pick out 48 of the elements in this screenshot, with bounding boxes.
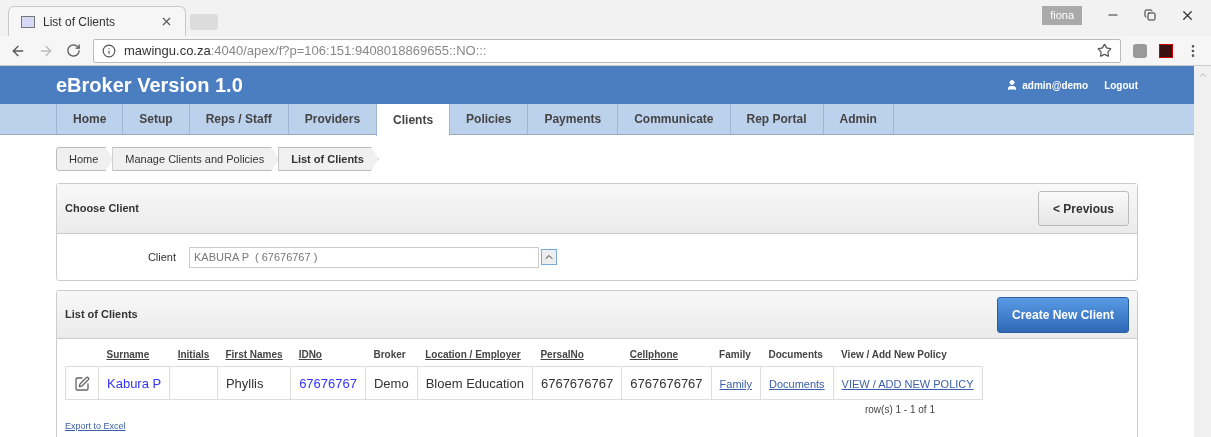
star-icon[interactable] (1097, 43, 1112, 58)
restore-icon[interactable] (1144, 9, 1156, 22)
column-header[interactable]: Initials (177, 349, 210, 360)
table-cell: 6767676767 (540, 376, 614, 391)
table-cell: Phyllis (225, 376, 264, 391)
previous-button[interactable]: < Previous (1037, 191, 1129, 226)
column-header: Family (719, 349, 751, 360)
table-cell: Demo (374, 376, 409, 391)
panel-title: Choose Client (65, 201, 140, 217)
column-header[interactable]: IDNo (298, 349, 322, 360)
client-field[interactable]: KABURA P ( 67676767 ) (189, 246, 539, 268)
extension-icon[interactable] (1133, 43, 1147, 58)
app-title: eBroker Version 1.0 (56, 73, 244, 98)
pdf-icon[interactable] (1159, 43, 1173, 58)
browser-tab[interactable]: List of Clients (8, 6, 186, 36)
url-text: mawingu.co.za:4040/apex/f?p=106:151:9408018869655::NO::: (124, 41, 488, 60)
column-header[interactable]: PersalNo (540, 349, 584, 360)
expand-button[interactable] (541, 249, 557, 265)
column-header: Broker (373, 349, 406, 360)
edit-icon[interactable] (74, 375, 90, 392)
column-header[interactable]: Surname (106, 349, 150, 360)
user-name: admin@demo (1022, 78, 1089, 93)
breadcrumb-item[interactable]: Manage Clients and Policies (112, 147, 280, 171)
breadcrumb-item[interactable]: Home (56, 147, 114, 171)
scrollbar[interactable] (1194, 66, 1211, 437)
user-icon (1006, 79, 1019, 91)
column-header: View / Add New Policy (841, 349, 947, 360)
close-icon[interactable] (160, 15, 173, 28)
info-icon (102, 43, 116, 58)
table-cell: 6767676767 (630, 376, 703, 391)
column-header: Documents (768, 349, 823, 360)
panel-title: List of Clients (65, 307, 139, 323)
column-header[interactable]: Cellphone (629, 349, 679, 360)
export-link[interactable]: Export to Excel (65, 420, 126, 434)
tab-title: List of Clients (43, 13, 117, 31)
field-label: Client (146, 249, 177, 265)
column-header[interactable]: Location / Employer (425, 349, 521, 360)
breadcrumb-item[interactable]: List of Clients (278, 147, 379, 171)
table-cell: Bloem Education (425, 376, 524, 391)
nav-tab[interactable]: Admin (822, 104, 894, 134)
create-client-button[interactable]: Create New Client (996, 296, 1129, 333)
pagination-text: row(s) 1 - 1 of 1 (864, 404, 935, 415)
reload-icon[interactable] (66, 43, 81, 58)
logout-link[interactable]: Logout (1104, 77, 1138, 93)
address-bar[interactable]: mawingu.co.za:4040/apex/f?p=106:151:9408018869655::NO::: (93, 38, 1121, 63)
nav-tab[interactable]: Clients (376, 104, 450, 136)
page-icon (21, 15, 35, 28)
column-header[interactable]: First Names (225, 349, 283, 360)
